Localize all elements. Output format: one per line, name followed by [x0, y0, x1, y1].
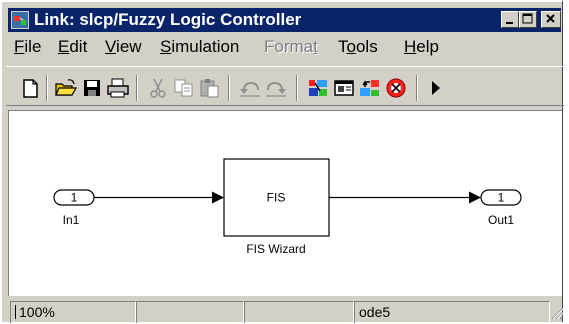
- status-cell-2: [136, 301, 244, 323]
- signal-arrow-output: [469, 191, 481, 204]
- menu-view[interactable]: View: [105, 37, 142, 57]
- library-browser-icon[interactable]: [306, 77, 330, 99]
- status-solver: ode5: [354, 301, 550, 323]
- minimize-button[interactable]: [501, 11, 519, 28]
- outport-block[interactable]: 1: [480, 189, 522, 206]
- window-title: Link: slcp/Fuzzy Logic Controller: [34, 10, 302, 29]
- inport-block[interactable]: 1: [53, 189, 95, 206]
- fis-block[interactable]: FIS: [223, 158, 330, 237]
- save-icon[interactable]: [80, 77, 104, 99]
- menu-help[interactable]: Help: [404, 37, 439, 57]
- status-zoom-text: 100%: [19, 304, 55, 320]
- undo-icon[interactable]: [238, 77, 262, 99]
- toolbar-separator: [46, 75, 48, 101]
- toolbar-separator: [136, 75, 138, 101]
- redo-icon[interactable]: [264, 77, 288, 99]
- title-bar[interactable]: Link: slcp/Fuzzy Logic Controller: [8, 8, 561, 32]
- copy-icon[interactable]: [172, 77, 196, 99]
- toolbar-separator: [228, 75, 230, 101]
- maximize-icon: [522, 13, 533, 24]
- menu-format[interactable]: Format: [264, 37, 318, 57]
- close-button[interactable]: [541, 11, 561, 28]
- toolbar-separator: [416, 75, 418, 101]
- menu-tools[interactable]: Tools: [338, 37, 378, 57]
- signal-arrow-input: [212, 191, 224, 204]
- status-bar: 100% ode5: [6, 298, 564, 324]
- fis-block-label[interactable]: FIS Wizard: [246, 242, 305, 256]
- simulink-window: Link: slcp/Fuzzy Logic Controller File E…: [0, 0, 564, 324]
- debug-icon[interactable]: [384, 77, 408, 99]
- open-icon[interactable]: [54, 77, 78, 99]
- model-canvas[interactable]: 1 In1 FIS FIS Wizard 1 Out1: [8, 110, 562, 296]
- toolbar: [6, 66, 564, 106]
- menu-bar: File Edit View Simulation Format Tools H…: [8, 34, 563, 60]
- status-cell-3: [244, 301, 354, 323]
- toolbar-separator: [296, 75, 298, 101]
- cut-icon[interactable]: [146, 77, 170, 99]
- outport-label[interactable]: Out1: [488, 213, 514, 227]
- outport-number: 1: [498, 191, 505, 205]
- status-zoom: 100%: [10, 301, 136, 323]
- inport-number: 1: [71, 191, 78, 205]
- maximize-button[interactable]: [519, 11, 537, 28]
- menu-edit[interactable]: Edit: [58, 37, 87, 57]
- menu-file-rest: ile: [24, 37, 42, 56]
- close-icon: [546, 14, 555, 23]
- resize-grip-icon[interactable]: [550, 305, 564, 321]
- start-simulation-icon[interactable]: [424, 77, 448, 99]
- menu-file[interactable]: File: [14, 37, 41, 57]
- print-icon[interactable]: [106, 77, 130, 99]
- model-properties-icon[interactable]: [332, 77, 356, 99]
- inport-label[interactable]: In1: [63, 213, 80, 227]
- menu-simulation[interactable]: Simulation: [160, 37, 239, 57]
- new-icon[interactable]: [18, 77, 42, 99]
- simulink-model-icon: [11, 11, 29, 29]
- status-cursor-mark: [15, 305, 16, 319]
- paste-icon[interactable]: [198, 77, 222, 99]
- fis-block-text: FIS: [267, 191, 286, 205]
- block-diagram: 1 In1 FIS FIS Wizard 1 Out1: [53, 158, 522, 256]
- minimize-icon: [506, 22, 513, 24]
- go-to-parent-icon[interactable]: [358, 77, 382, 99]
